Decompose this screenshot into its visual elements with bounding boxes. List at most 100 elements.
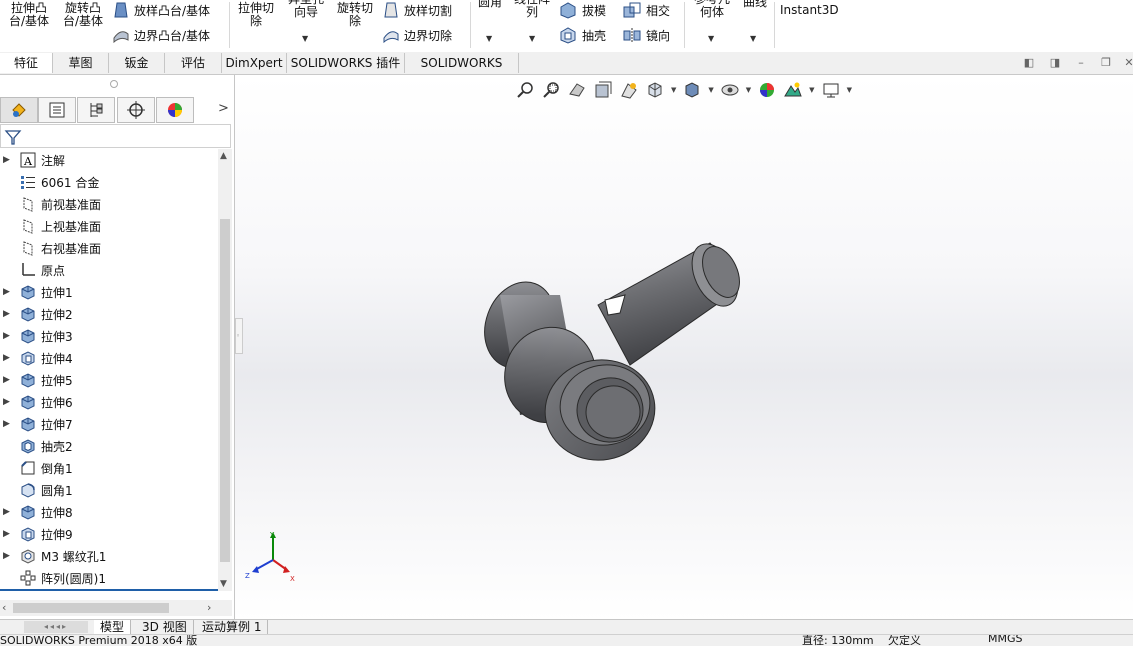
tree-item[interactable]: ▶ 拉伸3 [0, 325, 218, 347]
mirror-button[interactable]: 镜向 [622, 25, 670, 45]
expand-arrow-icon[interactable]: ▶ [3, 419, 13, 429]
hole-wizard-dropdown-icon[interactable]: ▼ [302, 34, 308, 43]
tree-item[interactable]: 前视基准面 [0, 193, 218, 215]
restore-icon[interactable]: ❐ [1099, 56, 1113, 70]
tab-solidworks-addins[interactable]: SOLIDWORKS 插件 [287, 53, 405, 73]
graphics-area[interactable]: ▼ ▼ ▼ ▼ ▼ ◦ Y X Z [235, 75, 1133, 620]
display-manager-tab[interactable] [156, 97, 194, 123]
scroll-down-icon[interactable]: ▼ [220, 579, 227, 589]
draft-button[interactable]: 拔模 [558, 0, 606, 20]
expand-arrow-icon[interactable]: ▶ [3, 309, 13, 319]
tab-motion-study[interactable]: 运动算例 1 [196, 620, 269, 635]
loft-boss-button[interactable]: 放样凸台/基体 [112, 0, 210, 20]
loft-cut-button[interactable]: 放样切割 [382, 0, 452, 20]
tab-dimxpert[interactable]: DimXpert [222, 53, 287, 73]
tab-3d-view[interactable]: 3D 视图 [136, 620, 194, 635]
minimize-icon[interactable]: – [1074, 56, 1088, 70]
panel-grip-icon[interactable] [110, 80, 118, 88]
property-manager-tab[interactable] [38, 97, 76, 123]
hole-wizard-button[interactable]: 异型孔向导 [284, 0, 328, 19]
tree-item[interactable]: 倒角1 [0, 457, 218, 479]
tree-item[interactable]: ▶ 拉伸4 [0, 347, 218, 369]
tab-model[interactable]: 模型 [94, 620, 132, 635]
hide-show-items-icon[interactable] [720, 80, 740, 100]
rollback-bar[interactable] [0, 589, 218, 591]
expand-arrow-icon[interactable]: ▶ [3, 155, 13, 165]
display-style-icon[interactable] [682, 80, 702, 100]
dynamic-annotation-icon[interactable] [619, 80, 639, 100]
expand-arrow-icon[interactable]: ▶ [3, 507, 13, 517]
scroll-left-icon[interactable]: ‹ [2, 601, 6, 614]
view-orientation-dropdown-icon[interactable]: ▼ [671, 86, 676, 94]
tab-solidworks-mbd[interactable]: SOLIDWORKS MBD [405, 53, 519, 90]
expand-arrow-icon[interactable]: ▶ [3, 353, 13, 363]
tree-item[interactable]: ▶ 拉伸9 [0, 523, 218, 545]
panel-collapse-handle[interactable]: ◦ [235, 318, 243, 354]
expand-arrow-icon[interactable]: ▶ [3, 397, 13, 407]
apply-scene-dropdown-icon[interactable]: ▼ [809, 86, 814, 94]
tab-features[interactable]: 特征 [0, 53, 53, 73]
linear-pattern-button[interactable]: 线性阵列 [510, 0, 554, 19]
expand-arrow-icon[interactable]: ▶ [3, 551, 13, 561]
display-style-dropdown-icon[interactable]: ▼ [708, 86, 713, 94]
scroll-up-icon[interactable]: ▲ [220, 151, 227, 161]
reference-geometry-dropdown-icon[interactable]: ▼ [708, 34, 714, 43]
previous-view-icon[interactable] [567, 80, 587, 100]
instant3d-button[interactable]: Instant3D [780, 4, 839, 17]
shell-button[interactable]: 抽壳 [558, 25, 606, 45]
tree-item[interactable]: 圆角1 [0, 479, 218, 501]
boundary-cut-button[interactable]: 边界切除 [382, 25, 452, 45]
tree-item[interactable]: ▶ 拉伸7 [0, 413, 218, 435]
revolve-boss-button[interactable]: 旋转凸台/基体 [60, 2, 106, 28]
tree-item[interactable]: 阵列(圆周)1 [0, 567, 218, 589]
configuration-manager-tab[interactable] [77, 97, 115, 123]
scrollbar-thumb[interactable] [220, 219, 230, 562]
filter-bar[interactable] [0, 124, 231, 148]
panel-expand-icon[interactable]: > [218, 101, 229, 116]
tree-item[interactable]: ▶ 拉伸2 [0, 303, 218, 325]
view-settings-dropdown-icon[interactable]: ▼ [847, 86, 852, 94]
tree-vertical-scrollbar[interactable]: ▲ ▼ [218, 149, 232, 591]
view-settings-icon[interactable] [821, 80, 841, 100]
hide-show-dropdown-icon[interactable]: ▼ [746, 86, 751, 94]
extrude-boss-button[interactable]: 拉伸凸台/基体 [6, 2, 52, 28]
part-model[interactable] [480, 235, 780, 470]
tree-horizontal-scrollbar[interactable]: ‹ › [0, 600, 232, 616]
tree-item[interactable]: 右视基准面 [0, 237, 218, 259]
intersect-button[interactable]: 相交 [622, 0, 670, 20]
dimxpert-manager-tab[interactable] [117, 97, 155, 123]
tab-evaluate[interactable]: 评估 [165, 53, 222, 73]
tree-item[interactable]: 上视基准面 [0, 215, 218, 237]
tree-item[interactable]: ▶ 拉伸8 [0, 501, 218, 523]
revolve-cut-button[interactable]: 旋转切除 [333, 2, 377, 28]
fillet-dropdown-icon[interactable]: ▼ [486, 34, 492, 43]
apply-scene-icon[interactable] [783, 80, 803, 100]
extrude-cut-button[interactable]: 拉伸切除 [234, 2, 278, 28]
horizontal-scrollbar-thumb[interactable] [13, 603, 169, 613]
curves-dropdown-icon[interactable]: ▼ [750, 34, 756, 43]
expand-arrow-icon[interactable]: ▶ [3, 529, 13, 539]
tree-item[interactable]: ▶ 拉伸5 [0, 369, 218, 391]
tree-item[interactable]: ▶ A 注解 [0, 149, 218, 171]
zoom-to-area-icon[interactable] [541, 80, 561, 100]
boundary-boss-button[interactable]: 边界凸台/基体 [112, 25, 210, 45]
tree-item[interactable]: ▶ 拉伸6 [0, 391, 218, 413]
tab-sheet-metal[interactable]: 钣金 [109, 53, 165, 73]
fillet-button[interactable]: 圆角 [474, 0, 506, 9]
tree-item[interactable]: ▶ M3 螺纹孔1 [0, 545, 218, 567]
tree-item[interactable]: 抽壳2 [0, 435, 218, 457]
view-orientation-icon[interactable] [645, 80, 665, 100]
tree-item[interactable]: 原点 [0, 259, 218, 281]
expand-arrow-icon[interactable]: ▶ [3, 287, 13, 297]
edit-appearance-icon[interactable] [757, 80, 777, 100]
tab-nav-arrows-icon[interactable]: ◂◂◂▸ [24, 621, 88, 633]
tab-sketch[interactable]: 草图 [53, 53, 109, 73]
status-units[interactable]: MMGS [988, 635, 1023, 645]
close-icon[interactable]: ✕ [1122, 56, 1133, 70]
zoom-to-fit-icon[interactable] [515, 80, 535, 100]
section-view-icon[interactable] [593, 80, 613, 100]
tree-item[interactable]: 6061 合金 [0, 171, 218, 193]
tile-right-icon[interactable]: ◨ [1048, 56, 1062, 70]
tree-item[interactable]: ▶ 拉伸1 [0, 281, 218, 303]
feature-manager-tab[interactable] [0, 97, 38, 123]
